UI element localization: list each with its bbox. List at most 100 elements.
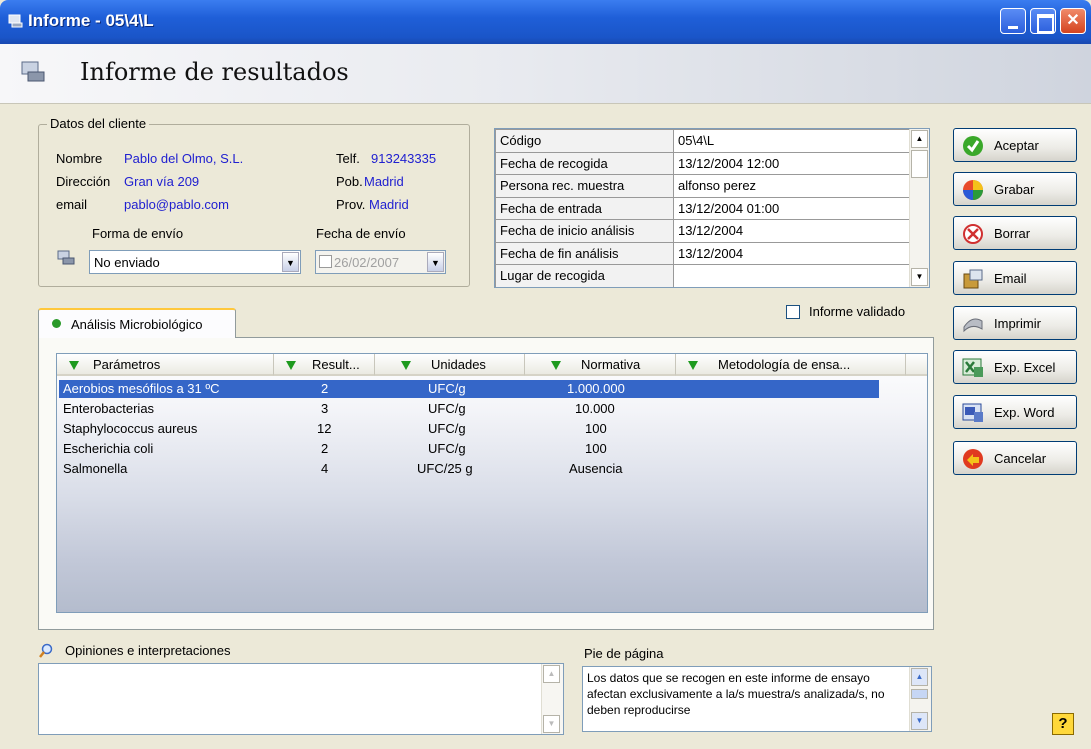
grid-key: Fecha de fin análisis [495, 241, 674, 265]
status-dot-icon [52, 319, 61, 328]
scroll-down-icon[interactable]: ▼ [911, 712, 928, 730]
town-value: Madrid [364, 174, 404, 189]
phone-value: 913243335 [371, 151, 437, 166]
email-value: pablo@pablo.com [124, 197, 229, 212]
button-label: Exp. Word [994, 405, 1055, 420]
cell-unit: UFC/g [428, 401, 466, 416]
table-row[interactable]: Salmonella 4 UFC/25 g Ausencia [59, 460, 879, 478]
sort-icon [688, 361, 698, 370]
grid-scrollbar[interactable]: ▲ ▼ [909, 129, 929, 287]
maximize-button[interactable] [1030, 8, 1056, 34]
footer-textarea[interactable]: Los datos que se recogen en este informe… [582, 666, 932, 732]
address-value: Gran vía 209 [124, 174, 200, 189]
button-label: Exp. Excel [994, 360, 1056, 375]
column-header-filler [906, 354, 927, 376]
close-icon: ✕ [1066, 12, 1080, 29]
client-data-legend: Datos del cliente [47, 116, 150, 131]
cell-regulation: Ausencia [569, 461, 623, 476]
sort-icon [69, 361, 79, 370]
close-button[interactable]: ✕ [1060, 8, 1086, 34]
grid-value[interactable]: 13/12/2004 [673, 241, 910, 265]
table-row: Fecha de recogida 13/12/2004 12:00 [495, 151, 910, 175]
grid-key: Fecha de inicio análisis [495, 219, 674, 243]
cell-parameter: Aerobios mesófilos a 31 ºC [63, 381, 220, 396]
cancel-button[interactable]: Cancelar [953, 441, 1077, 475]
grid-value[interactable]: 13/12/2004 01:00 [673, 196, 910, 220]
shipping-method-select[interactable]: No enviado ▼ [89, 250, 301, 274]
sample-info-grid[interactable]: Código 05\4\L Fecha de recogida 13/12/2004… [494, 128, 930, 288]
scroll-thumb[interactable] [911, 150, 928, 178]
title-bar[interactable]: Informe - 05\4\L ✕ [0, 0, 1091, 44]
chevron-down-icon[interactable]: ▼ [282, 252, 299, 272]
column-header-units[interactable]: Unidades [375, 354, 525, 376]
cell-regulation: 1.000.000 [567, 381, 625, 396]
footer-text: Los datos que se recogen en este informe… [587, 671, 885, 717]
print-button[interactable]: Imprimir [953, 306, 1077, 340]
word-icon [962, 403, 983, 422]
scroll-down-icon[interactable]: ▼ [911, 268, 928, 286]
column-header-parameters[interactable]: Parámetros [57, 354, 274, 376]
accept-button[interactable]: Aceptar [953, 128, 1077, 162]
column-label: Parámetros [93, 357, 161, 372]
grid-value[interactable]: 05\4\L [673, 129, 910, 153]
grid-value[interactable]: alfonso perez [673, 174, 910, 198]
export-word-button[interactable]: Exp. Word [953, 395, 1077, 429]
search-icon [39, 643, 53, 658]
color-wheel-icon [963, 180, 983, 200]
cell-parameter: Staphylococcus aureus [63, 421, 198, 436]
table-row[interactable]: Escherichia coli 2 UFC/g 100 [59, 440, 879, 458]
scroll-thumb[interactable] [911, 689, 928, 699]
column-header-methodology[interactable]: Metodología de ensa... [676, 354, 906, 376]
header-band: Informe de resultados [0, 44, 1091, 104]
opinions-scrollbar[interactable]: ▲ ▼ [541, 664, 563, 734]
grid-value[interactable]: 13/12/2004 12:00 [673, 151, 910, 175]
cell-parameter: Enterobacterias [63, 401, 155, 416]
check-icon [963, 136, 983, 156]
table-row[interactable]: Staphylococcus aureus 12 UFC/g 100 [59, 420, 879, 438]
scroll-up-icon[interactable]: ▲ [543, 665, 560, 683]
table-row: Lugar de recogida [495, 264, 910, 287]
minimize-button[interactable] [1000, 8, 1026, 34]
column-label: Result... [312, 357, 360, 372]
scroll-down-icon[interactable]: ▼ [543, 715, 560, 733]
cell-result: 3 [321, 401, 329, 416]
minimize-icon [1001, 9, 1025, 33]
help-icon: ? [1058, 715, 1068, 732]
grid-value[interactable] [673, 264, 910, 287]
export-excel-button[interactable]: Exp. Excel [953, 350, 1077, 384]
shipping-date-checkbox[interactable] [319, 255, 332, 268]
window-title: Informe - 05\4\L [28, 11, 154, 30]
tab-label: Análisis Microbiológico [71, 317, 203, 332]
cell-result: 2 [321, 441, 329, 456]
sort-icon [551, 361, 561, 370]
save-button[interactable]: Grabar [953, 172, 1077, 206]
delete-icon [963, 224, 983, 244]
help-button[interactable]: ? [1052, 713, 1074, 735]
shipping-date-picker[interactable]: 26/02/2007 ▼ [315, 250, 446, 274]
chevron-down-icon[interactable]: ▼ [427, 252, 444, 272]
cell-regulation: 10.000 [575, 401, 615, 416]
validated-checkbox[interactable] [786, 305, 800, 319]
column-header-regulation[interactable]: Normativa [525, 354, 676, 376]
scroll-up-icon[interactable]: ▲ [911, 668, 928, 686]
shipping-method-value: No enviado [94, 255, 160, 270]
results-table[interactable]: Parámetros Result... Unidades Normativa … [56, 353, 928, 613]
column-header-result[interactable]: Result... [274, 354, 375, 376]
delete-button[interactable]: Borrar [953, 216, 1077, 250]
grid-key: Fecha de recogida [495, 151, 674, 175]
maximize-icon [1031, 9, 1055, 33]
email-button[interactable]: Email [953, 261, 1077, 295]
opinions-textarea[interactable]: ▲ ▼ [38, 663, 564, 735]
tab-microbiological-analysis[interactable]: Análisis Microbiológico [38, 308, 236, 338]
table-row: Fecha de inicio análisis 13/12/2004 [495, 219, 910, 243]
table-row[interactable]: Enterobacterias 3 UFC/g 10.000 [59, 400, 879, 418]
column-label: Metodología de ensa... [718, 357, 851, 372]
table-row[interactable]: Aerobios mesófilos a 31 ºC 2 UFC/g 1.000… [59, 380, 879, 398]
scroll-up-icon[interactable]: ▲ [911, 130, 928, 148]
province-label: Prov. [336, 197, 366, 212]
column-label: Unidades [431, 357, 486, 372]
grid-value[interactable]: 13/12/2004 [673, 219, 910, 243]
footer-scrollbar[interactable]: ▲ ▼ [909, 667, 931, 731]
cell-result: 2 [321, 381, 329, 396]
grid-key: Código [495, 129, 674, 153]
